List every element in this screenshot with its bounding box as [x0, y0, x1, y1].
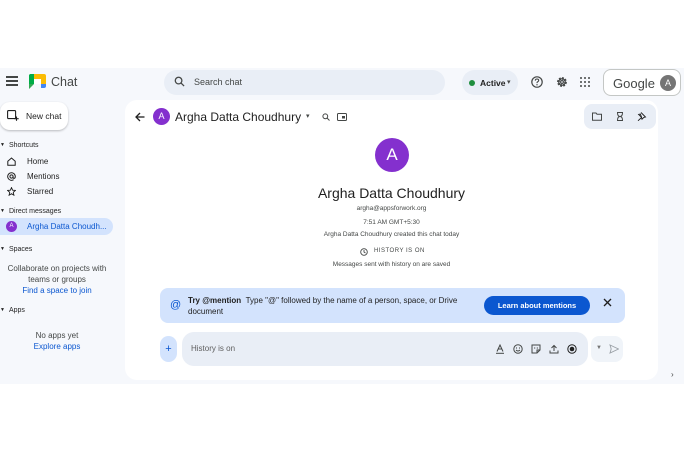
sidebar-item-label: Mentions [27, 172, 60, 181]
spaces-text-line-1: Collaborate on projects with [7, 264, 107, 273]
account-avatar: A [660, 75, 676, 91]
sidebar-item-home[interactable]: Home [0, 154, 114, 169]
avatar[interactable]: A [153, 108, 170, 125]
chat-app: Chat Search chat Active ▾ Google A New c… [0, 68, 684, 384]
top-bar: Chat Search chat Active ▾ Google A [0, 68, 684, 98]
spaces-heading[interactable]: ▼ Spaces [0, 246, 32, 253]
history-status: HISTORY IS ON [374, 248, 425, 254]
banner-title: Try @mention [188, 296, 242, 305]
star-icon [7, 187, 16, 196]
find-space-link[interactable]: Find a space to join [0, 285, 114, 296]
gif-sticker-icon[interactable] [531, 344, 541, 354]
search-placeholder: Search chat [194, 77, 243, 87]
contact-name: Argha Datta Choudhury [317, 185, 466, 201]
status-dropdown[interactable]: Active ▾ [462, 70, 518, 95]
gear-icon[interactable] [556, 76, 568, 88]
mention-tip-banner: @ Try @mention Type "@" followed by the … [160, 288, 625, 323]
chat-created-notice: Argha Datta Choudhury created this chat … [323, 231, 460, 238]
chevron-down-icon[interactable]: ▾ [306, 112, 310, 120]
close-icon[interactable] [603, 298, 612, 307]
status-label: Active [480, 78, 506, 88]
search-chat-input[interactable]: Search chat [164, 70, 445, 95]
spaces-text-line-2: teams or groups [28, 275, 86, 284]
upload-icon[interactable] [549, 344, 559, 354]
apps-heading-label: Apps [8, 307, 25, 314]
message-input[interactable]: History is on [191, 344, 235, 353]
record-video-icon[interactable] [567, 344, 577, 354]
app-title: Chat [51, 75, 78, 89]
google-apps-icon[interactable] [580, 77, 590, 87]
shortcuts-heading[interactable]: ▼ Shortcuts [0, 142, 39, 149]
chevron-down-icon[interactable]: ▼ [596, 345, 602, 351]
shortcuts-heading-label: Shortcuts [8, 142, 39, 149]
contact-email: argha@appsforwork.org [356, 205, 427, 212]
active-dot-icon [469, 80, 475, 86]
history-description: Messages sent with history on are saved [332, 261, 451, 268]
chevron-down-icon: ▾ [507, 79, 511, 86]
conversation-title[interactable]: Argha Datta Choudhury [175, 110, 301, 124]
pin-icon[interactable] [637, 112, 647, 121]
direct-messages-heading[interactable]: ▼ Direct messages [0, 208, 61, 215]
search-in-chat-icon[interactable] [322, 113, 330, 121]
google-wordmark: Google [613, 76, 655, 91]
folder-icon[interactable] [592, 112, 602, 121]
back-arrow-icon[interactable] [135, 112, 145, 122]
spaces-empty-state: Collaborate on projects with teams or gr… [0, 263, 114, 296]
sidebar-item-starred[interactable]: Starred [0, 184, 114, 199]
spaces-heading-label: Spaces [8, 246, 33, 253]
dm-item-argha[interactable]: A Argha Datta Choudh... [0, 218, 113, 235]
apps-heading[interactable]: ▼ Apps [0, 307, 25, 314]
message-composer[interactable]: History is on [182, 332, 588, 366]
avatar: A [6, 221, 17, 232]
format-text-icon[interactable] [495, 344, 505, 354]
at-icon [7, 172, 16, 181]
add-attachment-button[interactable]: + [160, 336, 177, 362]
chevron-right-icon[interactable]: › [671, 370, 674, 379]
chat-timestamp: 7:51 AM GMT+5:30 [363, 219, 420, 226]
tasks-icon[interactable] [615, 112, 625, 121]
sidebar-item-label: Home [27, 157, 49, 166]
apps-empty-text: No apps yet [35, 331, 79, 340]
sidebar-item-mentions[interactable]: Mentions [0, 169, 114, 184]
help-icon[interactable] [531, 76, 543, 88]
video-call-icon[interactable] [337, 113, 347, 121]
account-button[interactable]: Google A [603, 69, 681, 96]
new-chat-label: New chat [26, 111, 62, 121]
contact-avatar: A [375, 138, 409, 172]
sidebar-item-label: Starred [27, 187, 54, 196]
new-chat-button[interactable]: New chat [0, 102, 68, 130]
new-chat-icon [7, 110, 19, 121]
at-icon: @ [170, 299, 182, 311]
chat-logo-icon [29, 74, 46, 89]
home-icon [7, 157, 16, 166]
send-icon[interactable] [609, 344, 619, 354]
chat-panel: A Argha Datta Choudhury ▾ A Argha Datta … [125, 100, 658, 380]
emoji-icon[interactable] [513, 344, 523, 354]
learn-about-mentions-button[interactable]: Learn about mentions [484, 296, 590, 315]
main-menu-icon[interactable] [6, 76, 18, 86]
history-icon [360, 248, 368, 256]
dm-item-label: Argha Datta Choudh... [27, 222, 107, 231]
search-icon [174, 76, 185, 87]
send-controls: ▼ [591, 336, 623, 362]
dm-heading-label: Direct messages [8, 208, 62, 215]
banner-text: Try @mention Type "@" followed by the na… [188, 295, 488, 317]
explore-apps-link[interactable]: Explore apps [0, 342, 114, 351]
header-tools [584, 104, 656, 129]
